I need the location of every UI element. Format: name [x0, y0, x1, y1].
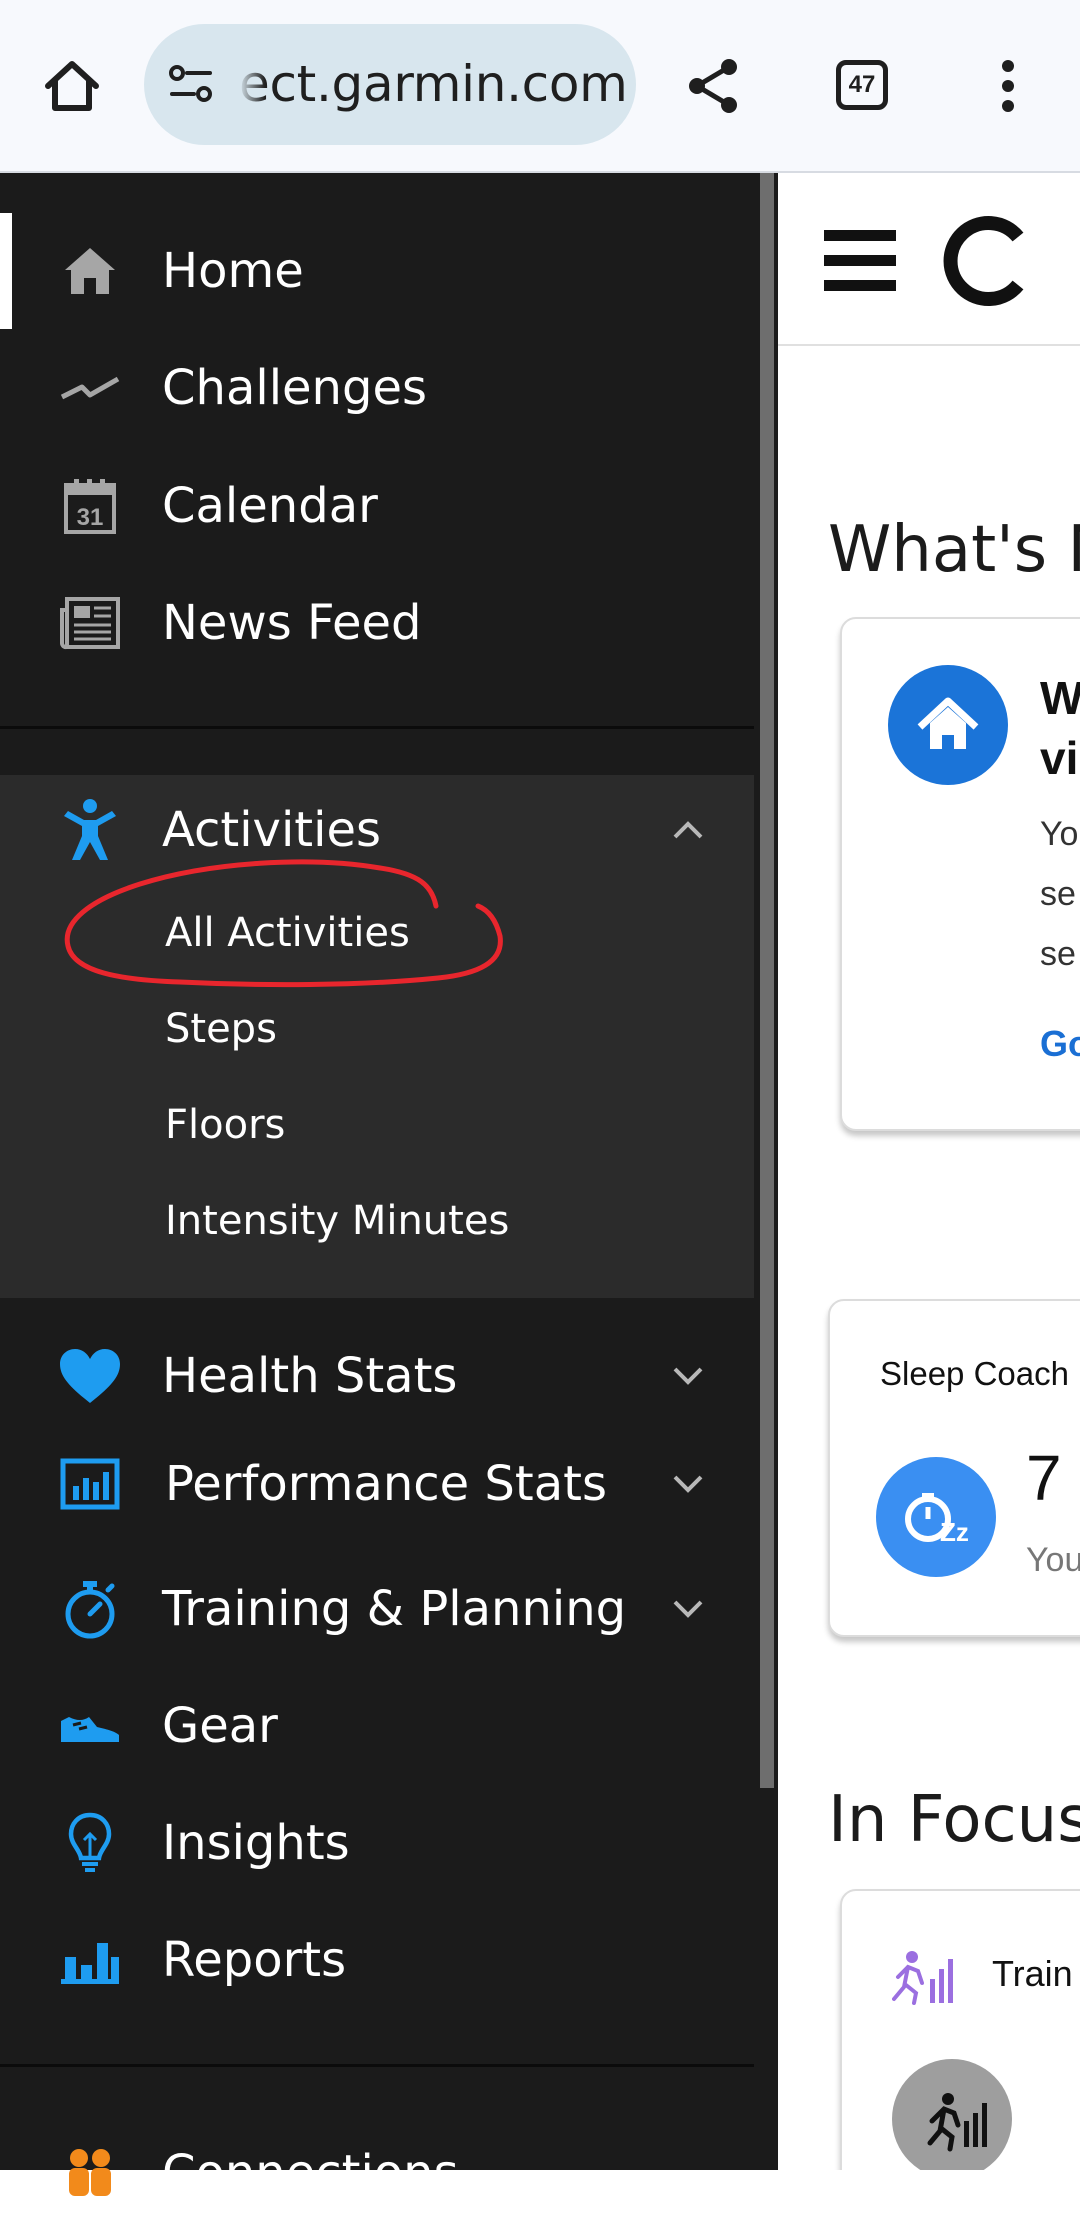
- in-focus-card[interactable]: Train: [840, 1889, 1080, 2170]
- training-runner-icon: [892, 2059, 1012, 2170]
- sidebar-item-insights[interactable]: Insights: [0, 1793, 754, 1893]
- sidebar-item-label: Calendar: [162, 478, 378, 534]
- hamburger-menu-icon[interactable]: [824, 230, 896, 292]
- home-icon[interactable]: [38, 52, 106, 120]
- in-focus-card-title: Train: [992, 1953, 1073, 1994]
- chevron-down-icon[interactable]: [668, 1464, 708, 1504]
- subitem-intensity-minutes[interactable]: Intensity Minutes: [165, 1198, 509, 1244]
- connections-icon: [57, 2140, 123, 2206]
- sleep-coach-value: 7: [1026, 1442, 1062, 1514]
- subitem-steps[interactable]: Steps: [165, 1006, 277, 1052]
- sidebar-item-label: Challenges: [162, 360, 427, 416]
- card-link[interactable]: Go: [1040, 1023, 1080, 1065]
- bar-chart-icon: [57, 1927, 123, 1993]
- activities-figure-icon: [57, 797, 123, 863]
- sidebar-divider: [0, 726, 754, 729]
- sidebar-item-connections[interactable]: Connections: [0, 2123, 754, 2223]
- sleep-coach-card[interactable]: Sleep Coach Zz 7 You: [828, 1299, 1080, 1637]
- performance-chart-icon: [57, 1451, 123, 1517]
- chevron-down-icon[interactable]: [668, 1356, 708, 1396]
- sidebar-item-label: Connections: [162, 2145, 459, 2201]
- card-body-line: se: [1040, 875, 1076, 913]
- challenges-icon: [57, 355, 123, 421]
- whats-new-card[interactable]: W vi Yo se se Go: [840, 617, 1080, 1131]
- sidebar-item-label: Training & Planning: [162, 1581, 627, 1637]
- sidebar-item-label: News Feed: [162, 595, 422, 651]
- sleep-timer-icon: Zz: [876, 1457, 996, 1577]
- sidebar-item-training-planning[interactable]: Training & Planning: [0, 1559, 754, 1659]
- url-text: ect.garmin.com: [239, 55, 628, 113]
- training-status-icon: [892, 1949, 956, 2005]
- sidebar-item-gear[interactable]: Gear: [0, 1676, 754, 1776]
- main-content: What's N W vi Yo se se Go Sleep Coach Zz…: [778, 173, 1080, 2170]
- sidebar-item-news-feed[interactable]: News Feed: [0, 573, 754, 673]
- svg-text:Zz: Zz: [940, 1517, 969, 1547]
- sidebar-item-label: Health Stats: [162, 1348, 458, 1404]
- stopwatch-icon: [57, 1576, 123, 1642]
- activities-section: Activities All Activities Steps Floors I…: [0, 775, 754, 1298]
- sleep-coach-title: Sleep Coach: [880, 1355, 1069, 1392]
- sidebar-item-label: Activities: [162, 802, 381, 858]
- card-body-line: Yo: [1040, 815, 1079, 853]
- in-focus-heading: In Focus: [828, 1783, 1080, 1857]
- heart-icon: [57, 1343, 123, 1409]
- shoe-icon: [57, 1693, 123, 1759]
- red-circle-annotation: [64, 859, 503, 988]
- card-body-line: se: [1040, 935, 1076, 973]
- sidebar-item-label: Performance Stats: [165, 1456, 607, 1512]
- sidebar-item-reports[interactable]: Reports: [0, 1910, 754, 2010]
- sidebar-item-label: Gear: [162, 1698, 278, 1754]
- sidebar-nav: Home Challenges 31 Calendar News Feed Ac…: [0, 173, 754, 2201]
- main-header: [778, 173, 1080, 346]
- sidebar-item-home[interactable]: Home: [0, 221, 754, 321]
- sleep-coach-sub: You: [1026, 1541, 1080, 1579]
- sidebar-divider: [0, 2064, 754, 2067]
- whats-new-heading: What's N: [828, 513, 1080, 587]
- subitem-floors[interactable]: Floors: [165, 1102, 285, 1148]
- card-title-line1: W: [1040, 672, 1080, 724]
- share-icon[interactable]: [680, 52, 748, 120]
- newspaper-icon: [57, 590, 123, 656]
- garmin-connect-logo[interactable]: [940, 215, 1032, 307]
- sidebar-item-health-stats[interactable]: Health Stats: [0, 1326, 754, 1426]
- calendar-icon: 31: [57, 473, 123, 539]
- sidebar-item-label: Insights: [162, 1815, 350, 1871]
- sidebar-scrollbar[interactable]: [760, 173, 774, 1788]
- sidebar-item-performance-stats[interactable]: Performance Stats: [0, 1434, 754, 1534]
- chevron-up-icon[interactable]: [668, 810, 708, 850]
- sidebar-item-challenges[interactable]: Challenges: [0, 338, 754, 438]
- sidebar-item-calendar[interactable]: 31 Calendar: [0, 456, 754, 556]
- chevron-down-icon[interactable]: [668, 1589, 708, 1629]
- address-bar[interactable]: ect.garmin.com: [144, 24, 636, 145]
- lightbulb-icon: [57, 1810, 123, 1876]
- browser-toolbar: ect.garmin.com 47: [0, 0, 1080, 173]
- calendar-icon-day: 31: [77, 504, 104, 531]
- more-menu-icon[interactable]: [990, 52, 1026, 120]
- site-settings-icon[interactable]: [166, 60, 216, 110]
- home-icon: [57, 238, 123, 304]
- sidebar-item-label: Home: [162, 243, 304, 299]
- url-fade: [239, 24, 265, 145]
- sidebar-item-label: Reports: [162, 1932, 347, 1988]
- home-circle-icon: [888, 665, 1008, 785]
- card-title-line2: vi: [1040, 732, 1079, 784]
- tab-switcher-button[interactable]: 47: [836, 60, 888, 110]
